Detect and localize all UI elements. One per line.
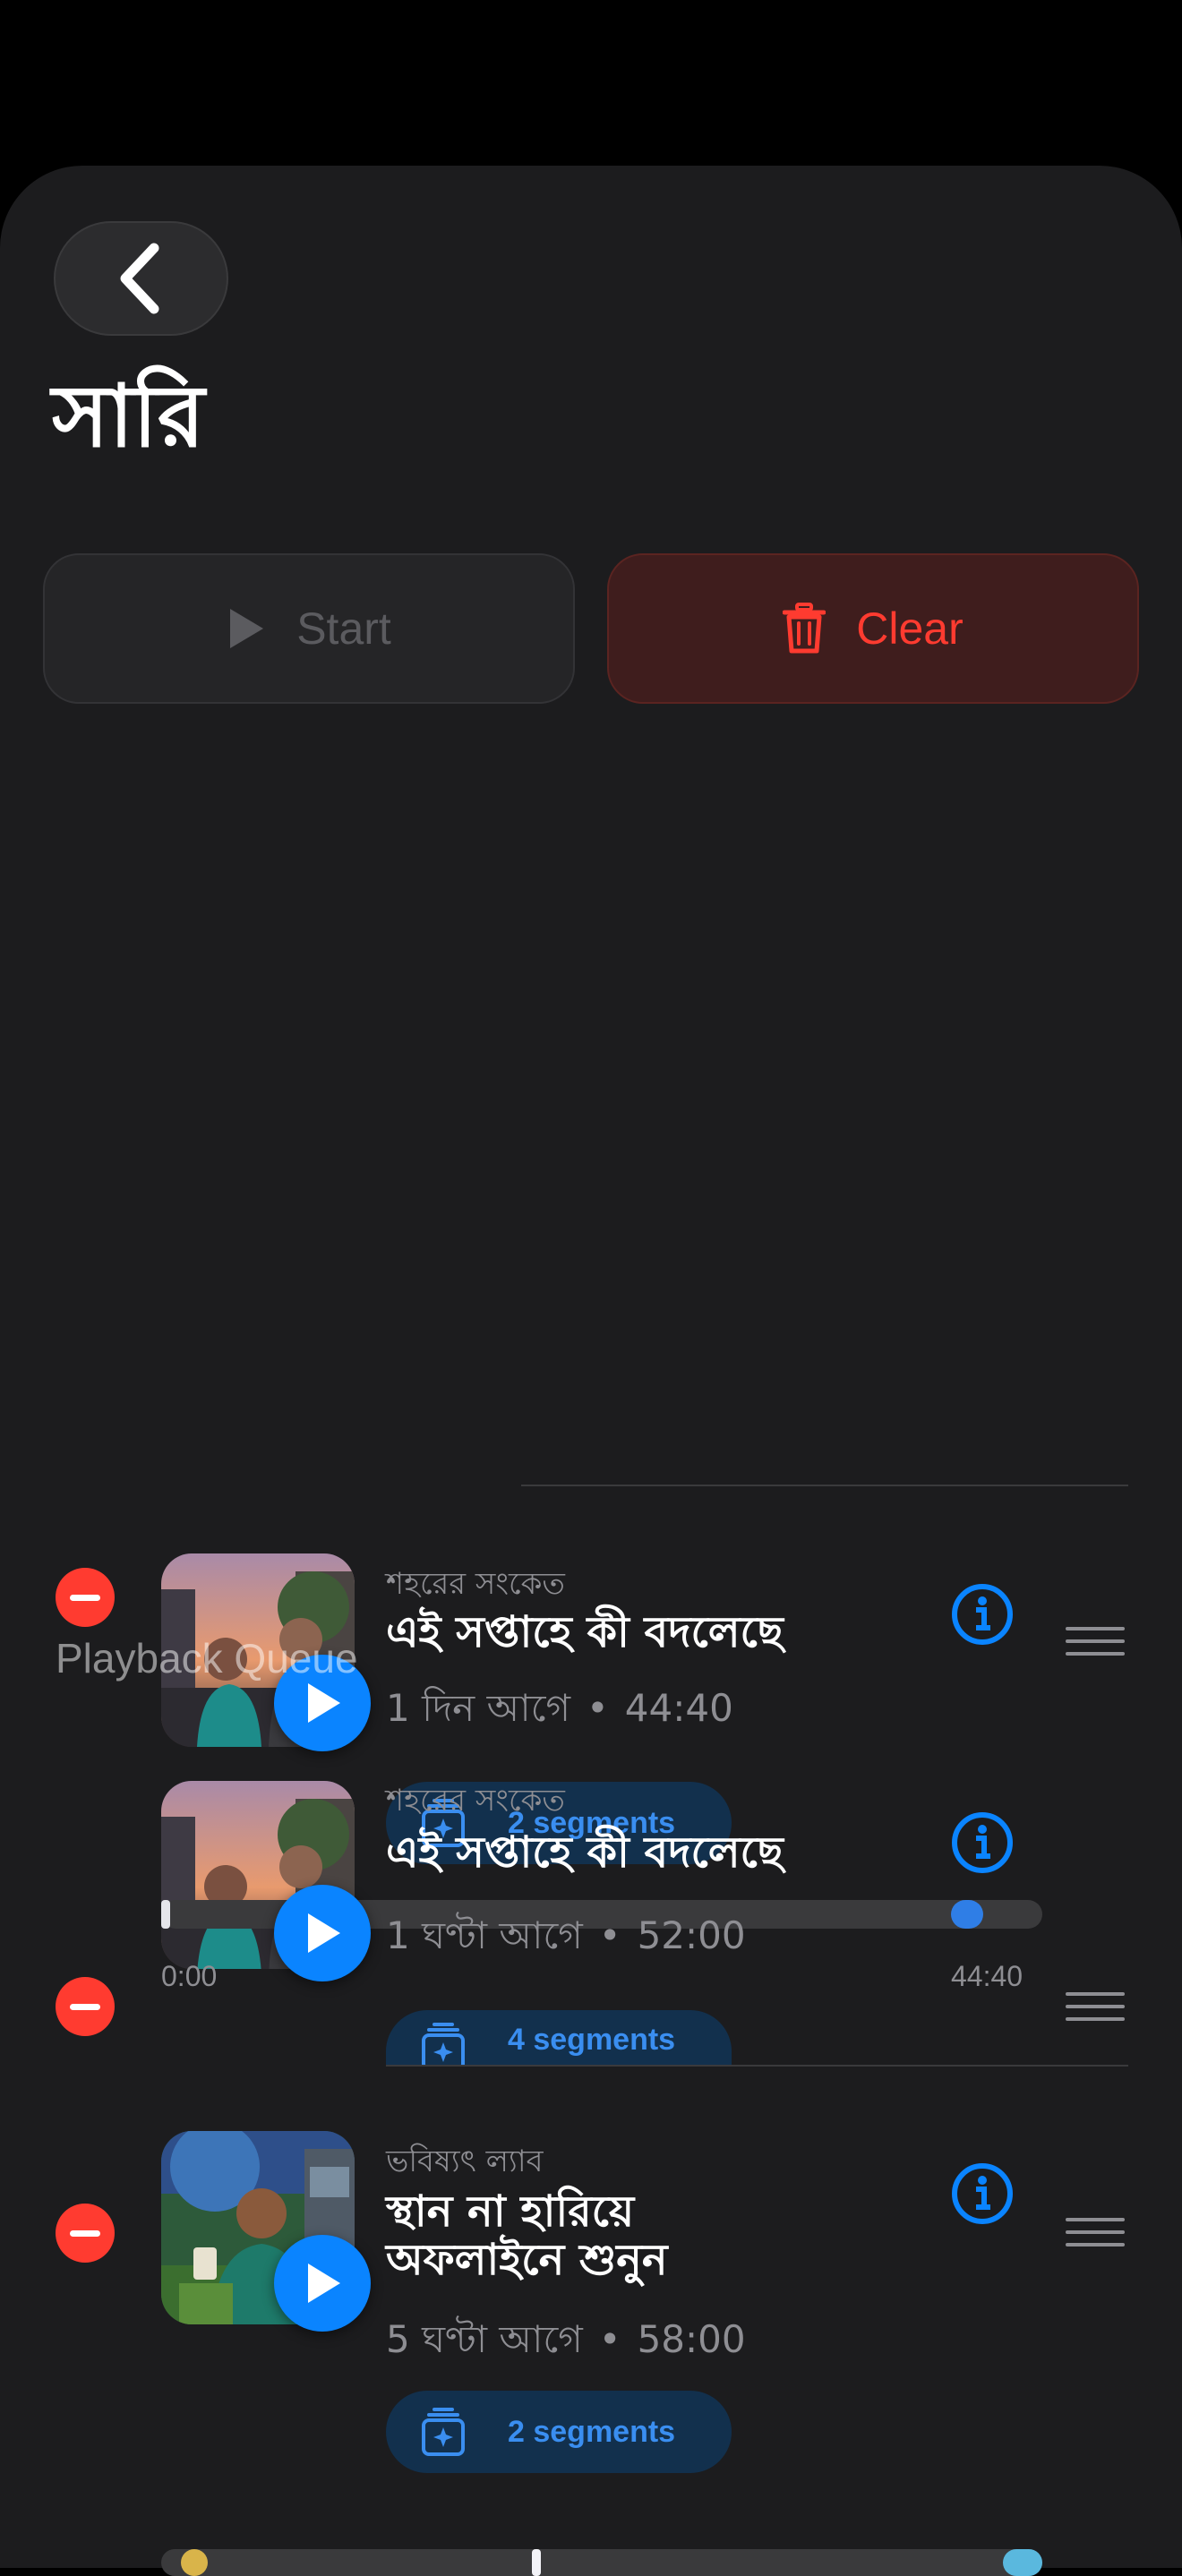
- show-name: শহরের সংকেত: [386, 1783, 565, 1819]
- page-title: সারি: [52, 366, 205, 466]
- episode-age: 1 ঘণ্টা আগে: [386, 1913, 583, 1957]
- episode-duration: 58:00: [637, 2317, 746, 2361]
- info-button[interactable]: [951, 1583, 1014, 1646]
- progress-knob[interactable]: [951, 1900, 983, 1929]
- drag-handle-icon[interactable]: [1066, 1627, 1125, 1665]
- queue-divider: [386, 2065, 1128, 2067]
- bottom-bar-middle-marker: [532, 2549, 541, 2576]
- trash-icon: [783, 603, 827, 654]
- clear-button[interactable]: Clear: [607, 553, 1139, 704]
- back-button[interactable]: [54, 221, 228, 336]
- play-button[interactable]: [274, 1885, 371, 1981]
- remove-button[interactable]: [56, 1977, 115, 2036]
- progress-start-marker: [161, 1900, 170, 1929]
- minus-icon: [70, 2003, 100, 2010]
- remove-button[interactable]: [56, 1568, 115, 1627]
- episode-meta: 5 ঘণ্টা আগে • 58:00: [386, 2310, 746, 2374]
- meta-separator: •: [598, 2317, 621, 2361]
- play-icon: [230, 609, 264, 648]
- progress-elapsed: 0:00: [161, 1960, 218, 1992]
- episode-title: এই সপ্তাহে কী বদলেছে: [386, 1827, 784, 1878]
- meta-separator: •: [598, 1913, 621, 1957]
- drag-overlay-label: Playback Queue: [56, 1635, 358, 1682]
- play-button[interactable]: [274, 2235, 371, 2332]
- segments-pill[interactable]: 2 segments: [386, 2391, 732, 2473]
- minus-icon: [70, 1594, 100, 1601]
- info-button[interactable]: [951, 1811, 1014, 1874]
- play-icon: [308, 1683, 340, 1723]
- segments-icon: [422, 2408, 465, 2456]
- drag-handle-icon[interactable]: [1066, 2218, 1125, 2255]
- episode-meta: 1 দিন আগে • 44:40: [386, 1679, 733, 1742]
- queue-divider: [521, 1485, 1128, 1486]
- play-icon: [308, 1913, 340, 1953]
- segments-label: 2 segments: [508, 2414, 676, 2449]
- clear-button-label: Clear: [856, 603, 964, 654]
- show-name: ভবিষ্যৎ ল্যাব: [386, 2144, 544, 2179]
- episode-title: এই সপ্তাহে কী বদলেছে: [386, 1607, 784, 1657]
- bottom-bar-end-marker: [1003, 2549, 1042, 2576]
- episode-duration: 52:00: [637, 1913, 746, 1957]
- segments-icon: [422, 2023, 465, 2066]
- meta-separator: •: [586, 1686, 609, 1730]
- queue-item-overlay: 1 ঘণ্টা আগে • 52:00: [0, 1781, 1182, 1981]
- segments-label: 4 segments: [508, 2023, 676, 2057]
- drag-handle-icon[interactable]: [1066, 1992, 1125, 2030]
- bottom-bar-start-marker: [181, 2549, 208, 2576]
- progress-total: 44:40: [951, 1960, 1024, 1992]
- episode-title-line2: অফলাইনে শুনুন: [386, 2235, 668, 2285]
- info-button[interactable]: [951, 2162, 1014, 2225]
- episode-meta: 1 ঘণ্টা আগে • 52:00: [386, 1906, 746, 1970]
- start-button[interactable]: Start: [43, 553, 575, 704]
- chevron-left-icon: [120, 243, 158, 314]
- show-name: শহরের সংকেত: [386, 1566, 565, 1602]
- remove-button[interactable]: [56, 2204, 115, 2263]
- info-icon: [952, 1584, 1013, 1645]
- episode-duration: 44:40: [624, 1686, 733, 1730]
- info-icon: [952, 2163, 1013, 2224]
- episode-age: 5 ঘণ্টা আগে: [386, 2317, 583, 2361]
- minus-icon: [70, 2229, 100, 2237]
- episode-title-line1: স্থান না হারিয়ে: [386, 2187, 635, 2237]
- start-button-label: Start: [296, 603, 391, 654]
- bottom-progress-bar: [161, 2549, 1042, 2576]
- queue-sheet: সারি Start Clear শহরের সংকেত এই সপ্তাহে …: [0, 166, 1182, 2568]
- play-icon: [308, 2264, 340, 2303]
- episode-age: 1 দিন আগে: [386, 1686, 570, 1730]
- info-icon: [952, 1812, 1013, 1873]
- segments-pill[interactable]: 4 segments: [386, 2010, 732, 2066]
